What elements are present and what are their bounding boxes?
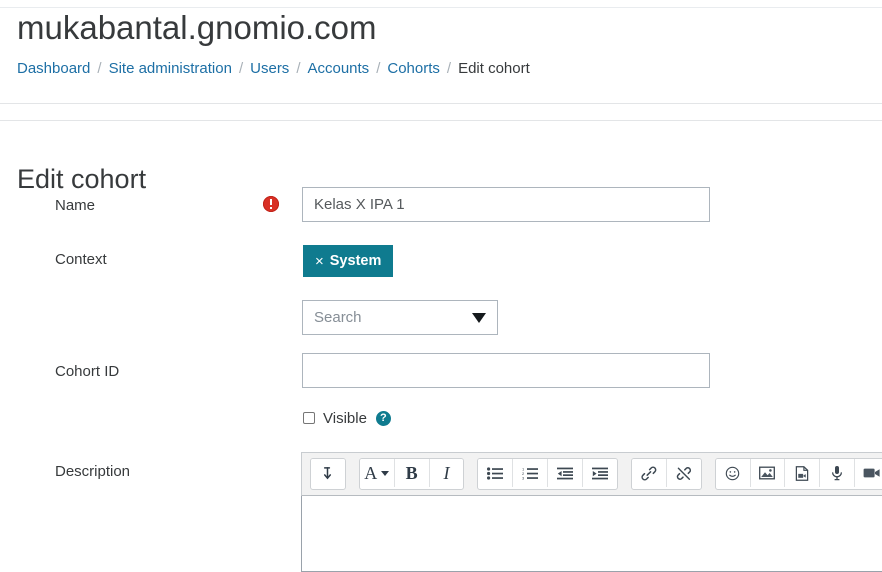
italic-glyph: I bbox=[443, 463, 450, 483]
indent-icon[interactable] bbox=[583, 459, 617, 487]
unlink-icon[interactable] bbox=[666, 459, 701, 487]
cohort-id-label: Cohort ID bbox=[55, 363, 120, 380]
context-tag-system[interactable]: × System bbox=[303, 245, 394, 277]
visible-row: Visible ? bbox=[303, 409, 391, 427]
svg-text:3: 3 bbox=[522, 475, 525, 480]
chevron-down-icon bbox=[381, 470, 390, 476]
edit-cohort-form: Name Context × System Search Cohort ID V… bbox=[0, 0, 882, 572]
visible-label[interactable]: Visible bbox=[323, 410, 367, 427]
toolbar-group-expand bbox=[310, 458, 346, 490]
insert-image-icon[interactable] bbox=[750, 459, 786, 487]
font-a-glyph: A bbox=[364, 463, 378, 483]
context-tag-label: System bbox=[329, 253, 382, 269]
editor-toolbar: A B I 1 2 3 bbox=[301, 452, 882, 496]
bold-icon[interactable]: B bbox=[394, 459, 430, 487]
description-editor-content[interactable] bbox=[301, 496, 882, 572]
description-editor: A B I 1 2 3 bbox=[301, 452, 882, 572]
link-icon[interactable] bbox=[631, 459, 667, 487]
toolbar-group-link bbox=[630, 458, 702, 490]
help-circle-icon[interactable]: ? bbox=[375, 410, 391, 426]
font-style-dropdown-icon[interactable]: A bbox=[359, 459, 395, 487]
outdent-icon[interactable] bbox=[548, 459, 584, 487]
context-label: Context bbox=[55, 251, 107, 268]
expand-toolbar-icon[interactable] bbox=[311, 459, 345, 487]
caret-down-icon bbox=[472, 312, 486, 323]
record-video-icon[interactable] bbox=[855, 459, 882, 487]
toolbar-group-lists: 1 2 3 bbox=[477, 458, 618, 490]
insert-media-file-icon[interactable] bbox=[785, 459, 821, 487]
record-audio-icon[interactable] bbox=[820, 459, 856, 487]
bullet-list-icon[interactable] bbox=[478, 459, 514, 487]
name-input[interactable] bbox=[302, 187, 710, 222]
toolbar-group-text: A B I bbox=[358, 458, 465, 490]
context-search-select[interactable]: Search bbox=[302, 300, 498, 335]
toolbar-group-media bbox=[714, 458, 882, 490]
italic-icon[interactable]: I bbox=[429, 459, 464, 487]
cohort-id-input[interactable] bbox=[302, 353, 710, 388]
emoji-icon[interactable] bbox=[715, 459, 751, 487]
bold-glyph: B bbox=[405, 463, 418, 483]
name-label: Name bbox=[55, 197, 96, 214]
description-label: Description bbox=[55, 463, 131, 480]
required-error-icon bbox=[263, 196, 279, 212]
numbered-list-icon[interactable]: 1 2 3 bbox=[513, 459, 549, 487]
remove-tag-icon[interactable]: × bbox=[315, 254, 324, 269]
visible-checkbox[interactable] bbox=[303, 412, 315, 424]
context-search-placeholder: Search bbox=[314, 309, 362, 326]
